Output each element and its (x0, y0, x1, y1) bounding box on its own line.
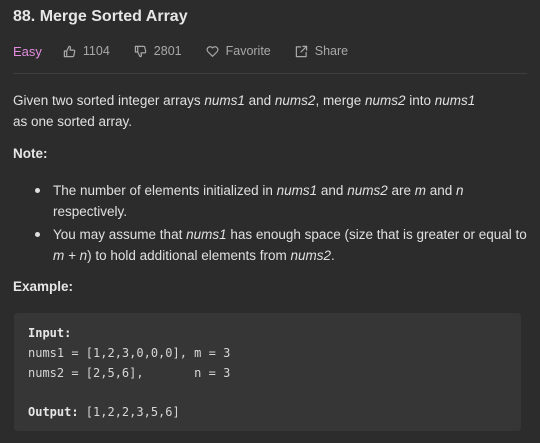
note-text: and (425, 183, 457, 198)
description-text: as one sorted array. (13, 114, 133, 129)
bullet-icon (35, 188, 40, 193)
nums2-term: nums2 (364, 93, 406, 108)
output-label: Output: (28, 405, 79, 419)
share-label: Share (314, 44, 349, 58)
like-count: 1104 (82, 44, 110, 58)
dislike-button[interactable]: 2801 (134, 44, 182, 58)
description-text: , merge (315, 93, 365, 108)
note-text: has enough space (size that is greater o… (226, 227, 527, 242)
like-button[interactable]: 1104 (63, 44, 110, 58)
note-text: respectively. (53, 204, 128, 219)
nums1-term: nums1 (276, 183, 318, 198)
header-divider (13, 73, 527, 74)
note-item: The number of elements initialized in nu… (13, 180, 527, 222)
example-heading: Example: (13, 279, 74, 294)
note-text: You may assume that (53, 227, 187, 242)
description-text: into (405, 93, 435, 108)
n-term: n (456, 183, 464, 198)
example-code-block: Input: nums1 = [1,2,3,0,0,0], m = 3 nums… (14, 313, 521, 431)
description-text: Given two sorted integer arrays (13, 93, 205, 108)
thumbs-up-icon (63, 45, 76, 57)
description-paragraph: Given two sorted integer arrays nums1 an… (13, 90, 527, 132)
problem-meta-bar: Easy 1104 2801 Favorite Share (13, 42, 372, 60)
thumbs-down-icon (134, 45, 147, 57)
note-text: and (317, 183, 348, 198)
note-heading: Note: (13, 146, 48, 161)
difficulty-badge: Easy (13, 43, 42, 59)
note-text: are (387, 183, 415, 198)
nums1-term: nums1 (434, 93, 476, 108)
bullet-icon (35, 232, 40, 237)
note-text: . (331, 248, 335, 263)
favorite-button[interactable]: Favorite (206, 44, 271, 58)
input-line-nums1: nums1 = [1,2,3,0,0,0], m = 3 (28, 346, 231, 360)
problem-description: Given two sorted integer arrays nums1 an… (13, 90, 527, 132)
nums2-term: nums2 (347, 183, 388, 198)
heart-icon (206, 45, 219, 57)
note-text: ) to hold additional elements from (87, 248, 291, 263)
description-text: and (244, 93, 275, 108)
nums2-term: nums2 (274, 93, 316, 108)
output-value: [1,2,2,3,5,6] (78, 405, 180, 419)
nums1-term: nums1 (186, 227, 227, 242)
nums2-term: nums2 (290, 248, 332, 263)
input-label: Input: (28, 326, 72, 340)
share-icon (295, 45, 307, 57)
m-plus-n-term: m + n (53, 248, 88, 263)
note-list: The number of elements initialized in nu… (13, 180, 527, 268)
output-line: Output: [1,2,2,3,5,6] (28, 402, 180, 422)
dislike-count: 2801 (153, 44, 182, 58)
problem-title: 88. Merge Sorted Array (13, 8, 188, 25)
favorite-label: Favorite (225, 44, 271, 58)
input-line-nums2: nums2 = [2,5,6], n = 3 (28, 366, 231, 380)
note-text: The number of elements initialized in (53, 183, 277, 198)
note-item: You may assume that nums1 has enough spa… (13, 224, 527, 266)
m-term: m (414, 183, 426, 198)
nums1-term: nums1 (204, 93, 245, 108)
share-button[interactable]: Share (295, 44, 348, 58)
